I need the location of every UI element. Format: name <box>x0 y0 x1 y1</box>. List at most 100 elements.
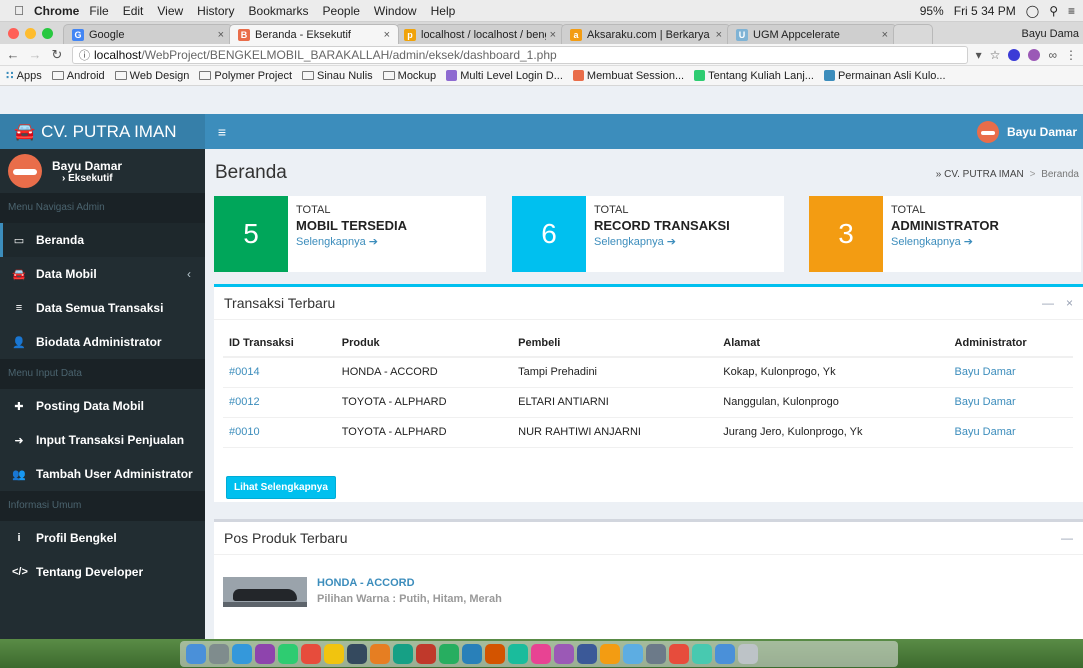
dock-app-icon[interactable] <box>209 644 229 664</box>
dock-app-icon[interactable] <box>462 644 482 664</box>
dock-app-icon[interactable] <box>623 644 643 664</box>
info-box-link[interactable]: Selengkapnya ➔ <box>891 235 999 248</box>
filter-extension-icon[interactable]: ▾ <box>976 48 982 62</box>
dock-app-icon[interactable] <box>600 644 620 664</box>
dock-app-icon[interactable] <box>485 644 505 664</box>
bookmark-web-design[interactable]: Web Design <box>114 70 189 82</box>
view-more-button[interactable]: Lihat Selengkapnya <box>226 476 336 499</box>
extension-diamond-icon[interactable] <box>1008 48 1021 61</box>
sidebar-item-beranda[interactable]: ▭ Beranda <box>0 223 205 257</box>
dock-app-icon[interactable] <box>186 644 206 664</box>
dock-app-icon[interactable] <box>255 644 275 664</box>
close-icon[interactable]: × <box>1066 296 1073 310</box>
dock-app-icon[interactable] <box>324 644 344 664</box>
menu-history[interactable]: History <box>197 4 234 18</box>
dock-app-icon[interactable] <box>692 644 712 664</box>
dock-app-icon[interactable] <box>738 644 758 664</box>
dock-app-icon[interactable] <box>347 644 367 664</box>
menu-file[interactable]: File <box>89 4 108 18</box>
product-thumbnail[interactable] <box>223 577 307 607</box>
dock-app-icon[interactable] <box>646 644 666 664</box>
sidebar-toggle-icon[interactable]: ≡ <box>207 114 237 149</box>
dock-app-icon[interactable] <box>715 644 735 664</box>
transaction-id-link[interactable]: #0012 <box>223 387 336 418</box>
close-window-button[interactable] <box>8 28 19 39</box>
close-tab-icon[interactable]: × <box>716 29 722 41</box>
bookmark-multi-level-login-d[interactable]: Multi Level Login D... <box>446 70 563 82</box>
menu-edit[interactable]: Edit <box>123 4 144 18</box>
sidebar-item-data-mobil[interactable]: 🚘 Data Mobil ‹ <box>0 257 205 291</box>
zoom-window-button[interactable] <box>42 28 53 39</box>
dock-app-icon[interactable] <box>669 644 689 664</box>
dock-app-icon[interactable] <box>554 644 574 664</box>
transaction-id-link[interactable]: #0014 <box>223 357 336 388</box>
close-tab-icon[interactable]: × <box>550 29 556 41</box>
dock-app-icon[interactable] <box>232 644 252 664</box>
notification-center-icon[interactable]: ≡ <box>1068 4 1075 18</box>
menu-bookmarks[interactable]: Bookmarks <box>249 4 309 18</box>
info-icon[interactable]: ⓘ <box>79 47 90 63</box>
extension-glasses-icon[interactable]: ∞ <box>1048 48 1057 62</box>
brand-logo[interactable]: 🚘 CV. PUTRA IMAN <box>0 114 205 149</box>
sidebar-item-data-semua-transaksi[interactable]: ≡ Data Semua Transaksi <box>0 291 205 325</box>
transaction-id-link[interactable]: #0010 <box>223 417 336 448</box>
dock-app-icon[interactable] <box>301 644 321 664</box>
apple-icon[interactable]:  <box>8 3 30 18</box>
browser-tab[interactable]: B Beranda - Eksekutif × <box>229 24 399 44</box>
sidebar-item-tambah-user-administrator[interactable]: 👥 Tambah User Administrator <box>0 457 205 491</box>
new-tab-button[interactable] <box>893 24 933 44</box>
dock-app-icon[interactable] <box>577 644 597 664</box>
dock-app-icon[interactable] <box>531 644 551 664</box>
bookmark-star-icon[interactable]: ☆ <box>990 48 1001 62</box>
menu-window[interactable]: Window <box>374 4 417 18</box>
sidebar-item-biodata-administrator[interactable]: 👤 Biodata Administrator <box>0 325 205 359</box>
battery-percent[interactable]: 95% <box>920 4 944 18</box>
profile-button[interactable]: Bayu Dama <box>1022 28 1083 44</box>
extension-circle-icon[interactable] <box>1028 48 1041 61</box>
collapse-icon[interactable]: — <box>1042 296 1054 310</box>
close-tab-icon[interactable]: × <box>882 29 888 41</box>
app-menu-name[interactable]: Chrome <box>34 4 79 18</box>
sidebar-item-profil-bengkel[interactable]: i Profil Bengkel <box>0 521 205 555</box>
sidebar-item-tentang-developer[interactable]: </> Tentang Developer <box>0 555 205 589</box>
bookmark-mockup[interactable]: Mockup <box>382 70 436 82</box>
sidebar-item-posting-data-mobil[interactable]: ✚ Posting Data Mobil <box>0 389 205 423</box>
wifi-icon[interactable]: ◯ <box>1026 4 1039 18</box>
chrome-menu-icon[interactable]: ⋮ <box>1065 48 1077 62</box>
browser-tab[interactable]: a Aksaraku.com | Berkarya Ad × <box>561 24 731 44</box>
close-tab-icon[interactable]: × <box>218 29 224 41</box>
address-bar[interactable]: ⓘ localhost /WebProject/BENGKELMOBIL_BAR… <box>72 45 968 64</box>
bookmark-membuat-session[interactable]: Membuat Session... <box>572 70 684 82</box>
header-user-menu[interactable]: Bayu Damar <box>976 114 1083 149</box>
spotlight-icon[interactable]: ⚲ <box>1049 4 1058 18</box>
menu-people[interactable]: People <box>323 4 360 18</box>
administrator-link[interactable]: Bayu Damar <box>948 357 1073 388</box>
menu-help[interactable]: Help <box>431 4 456 18</box>
product-title[interactable]: HONDA - ACCORD <box>317 577 502 589</box>
info-box-link[interactable]: Selengkapnya ➔ <box>594 235 730 248</box>
browser-tab[interactable]: p localhost / localhost / bengk × <box>395 24 565 44</box>
bookmark-tentang-kuliah-lanj[interactable]: Tentang Kuliah Lanj... <box>694 70 814 82</box>
administrator-link[interactable]: Bayu Damar <box>948 387 1073 418</box>
bookmark-android[interactable]: Android <box>51 70 105 82</box>
bookmark-apps[interactable]: ∷ Apps <box>6 69 42 83</box>
minimize-window-button[interactable] <box>25 28 36 39</box>
menu-view[interactable]: View <box>157 4 183 18</box>
close-tab-icon[interactable]: × <box>384 29 390 41</box>
collapse-icon[interactable]: — <box>1061 531 1073 545</box>
bookmark-polymer-project[interactable]: Polymer Project <box>199 70 292 82</box>
bookmark-permainan-asli-kulo[interactable]: Permainan Asli Kulo... <box>823 70 946 82</box>
forward-icon[interactable]: → <box>28 47 42 62</box>
bookmark-sinau-nulis[interactable]: Sinau Nulis <box>302 70 373 82</box>
browser-tab[interactable]: U UGM Appcelerate × <box>727 24 897 44</box>
dock-app-icon[interactable] <box>439 644 459 664</box>
dock-app-icon[interactable] <box>370 644 390 664</box>
dock-app-icon[interactable] <box>508 644 528 664</box>
administrator-link[interactable]: Bayu Damar <box>948 417 1073 448</box>
clock[interactable]: Fri 5 34 PM <box>954 4 1016 18</box>
back-icon[interactable]: ← <box>6 47 20 62</box>
browser-tab[interactable]: G Google × <box>63 24 233 44</box>
dock-app-icon[interactable] <box>416 644 436 664</box>
reload-icon[interactable]: ↻ <box>50 47 64 63</box>
dock-app-icon[interactable] <box>278 644 298 664</box>
